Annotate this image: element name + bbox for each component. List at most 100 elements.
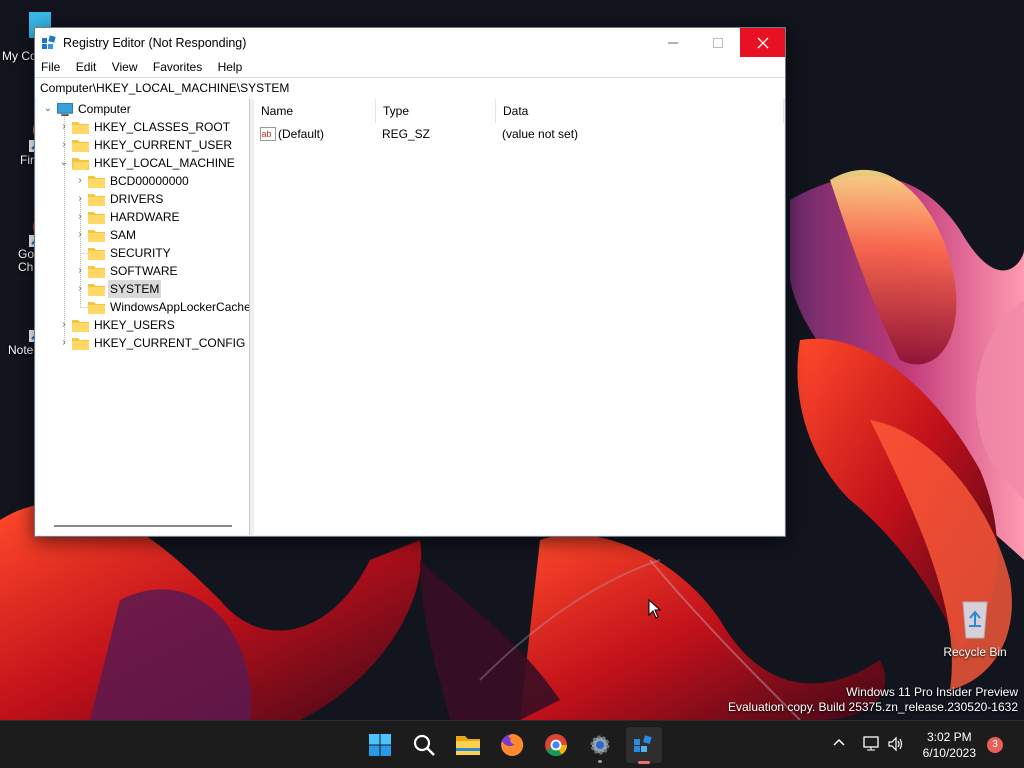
desktop-icon-label: Recycle Bin bbox=[943, 645, 1007, 659]
taskbar-file-explorer[interactable] bbox=[450, 727, 486, 763]
value-type: REG_SZ bbox=[382, 127, 431, 141]
expand-chevron-icon[interactable]: › bbox=[74, 262, 86, 280]
values-list-pane[interactable]: Name Type Data ab (Default) REG_SZ (valu… bbox=[254, 99, 784, 535]
search-button[interactable] bbox=[406, 727, 442, 763]
tree-label: SECURITY bbox=[110, 246, 171, 260]
tree-label: HKEY_LOCAL_MACHINE bbox=[94, 156, 235, 170]
address-bar[interactable]: Computer\HKEY_LOCAL_MACHINE\SYSTEM bbox=[35, 77, 785, 100]
maximize-icon bbox=[712, 37, 723, 48]
menu-bar: File Edit View Favorites Help bbox=[35, 57, 785, 77]
tree-label: Computer bbox=[78, 102, 131, 116]
watermark-line-1: Windows 11 Pro Insider Preview bbox=[846, 685, 1018, 699]
address-path[interactable]: Computer\HKEY_LOCAL_MACHINE\SYSTEM bbox=[40, 81, 289, 95]
show-hidden-icons-button[interactable] bbox=[832, 736, 846, 753]
expand-chevron-icon[interactable]: › bbox=[74, 172, 86, 190]
folder-icon bbox=[88, 194, 105, 206]
taskbar-chrome[interactable] bbox=[538, 727, 574, 763]
tree-label: BCD00000000 bbox=[110, 174, 189, 188]
network-status[interactable] bbox=[863, 736, 881, 755]
tree-label: DRIVERS bbox=[110, 192, 164, 206]
tree-label: SYSTEM bbox=[108, 280, 162, 298]
menu-edit[interactable]: Edit bbox=[70, 57, 103, 74]
expand-chevron-icon[interactable]: › bbox=[74, 190, 86, 208]
menu-favorites[interactable]: Favorites bbox=[147, 57, 208, 74]
svg-text:ab: ab bbox=[262, 129, 272, 139]
folder-icon bbox=[72, 140, 89, 152]
folder-icon bbox=[88, 302, 105, 314]
tree-label: SAM bbox=[110, 228, 137, 242]
chevron-up-icon bbox=[833, 738, 845, 746]
collapse-chevron-icon[interactable]: ⌄ bbox=[42, 100, 54, 118]
expand-chevron-icon[interactable]: › bbox=[58, 118, 70, 136]
taskbar-registry-editor[interactable] bbox=[626, 727, 662, 764]
column-header-name[interactable]: Name bbox=[254, 99, 376, 123]
maximize-button[interactable] bbox=[695, 28, 740, 57]
collapse-chevron-icon[interactable]: ⌄ bbox=[58, 154, 70, 172]
horizontal-scrollbar[interactable] bbox=[54, 525, 232, 527]
folder-icon bbox=[72, 338, 89, 350]
close-icon bbox=[757, 37, 768, 48]
title-bar[interactable]: Registry Editor (Not Responding) bbox=[35, 28, 785, 57]
string-value-icon: ab bbox=[260, 127, 276, 141]
mouse-cursor-icon bbox=[648, 599, 662, 619]
folder-icon bbox=[88, 284, 105, 296]
menu-help[interactable]: Help bbox=[212, 57, 249, 74]
folder-icon bbox=[88, 266, 105, 278]
folder-icon bbox=[88, 230, 105, 242]
menu-file[interactable]: File bbox=[35, 57, 66, 74]
tree-label: HARDWARE bbox=[110, 210, 180, 224]
file-explorer-icon bbox=[456, 736, 480, 755]
folder-icon bbox=[88, 248, 105, 260]
search-icon bbox=[413, 734, 435, 756]
expand-chevron-icon[interactable]: › bbox=[58, 316, 70, 334]
watermark-line-2: Evaluation copy. Build 25375.zn_release.… bbox=[728, 700, 1018, 714]
expand-chevron-icon[interactable]: › bbox=[74, 208, 86, 226]
menu-view[interactable]: View bbox=[106, 57, 144, 74]
volume-control[interactable] bbox=[887, 736, 905, 755]
start-icon bbox=[369, 734, 391, 756]
folder-open-icon bbox=[72, 158, 89, 170]
running-indicator bbox=[598, 760, 602, 763]
registry-editor-icon bbox=[42, 35, 56, 49]
tree-label: HKEY_CURRENT_CONFIG bbox=[94, 336, 246, 350]
evaluation-watermark: Windows 11 Pro Insider Preview Evaluatio… bbox=[728, 685, 1018, 715]
tree-label: HKEY_CURRENT_USER bbox=[94, 138, 233, 152]
folder-icon bbox=[72, 320, 89, 332]
firefox-icon bbox=[501, 733, 524, 756]
registry-editor-icon bbox=[634, 735, 652, 752]
key-tree-pane[interactable]: ⌄ Computer › HKEY_CLASSES_ROOT › HKEY_CU… bbox=[36, 99, 250, 535]
minimize-button[interactable] bbox=[650, 28, 695, 57]
start-button[interactable] bbox=[362, 727, 398, 763]
computer-icon bbox=[57, 103, 73, 116]
tree-label: WindowsAppLockerCache bbox=[110, 300, 250, 314]
notification-badge[interactable]: 3 bbox=[987, 737, 1003, 753]
value-data: (value not set) bbox=[502, 127, 579, 141]
window-title: Registry Editor (Not Responding) bbox=[63, 36, 247, 50]
tree-label: HKEY_CLASSES_ROOT bbox=[94, 120, 231, 134]
settings-icon bbox=[590, 735, 610, 755]
expand-chevron-icon[interactable]: › bbox=[58, 334, 70, 352]
minimize-icon bbox=[667, 42, 678, 43]
speaker-icon bbox=[888, 736, 903, 752]
expand-chevron-icon[interactable]: › bbox=[58, 136, 70, 154]
column-header-type[interactable]: Type bbox=[376, 99, 496, 123]
network-icon bbox=[863, 736, 879, 751]
taskbar: 3:02 PM 6/10/2023 3 bbox=[0, 720, 1024, 768]
tree-label: HKEY_USERS bbox=[94, 318, 175, 332]
taskbar-firefox[interactable] bbox=[494, 727, 530, 763]
expand-chevron-icon[interactable]: › bbox=[74, 226, 86, 244]
expand-chevron-icon[interactable]: › bbox=[74, 280, 86, 298]
clock-time: 3:02 PM bbox=[926, 730, 972, 744]
taskbar-settings[interactable] bbox=[582, 727, 618, 763]
value-name: (Default) bbox=[278, 127, 325, 141]
registry-editor-window[interactable]: Registry Editor (Not Responding) File Ed… bbox=[34, 27, 786, 537]
desktop-icon-recycle-bin[interactable]: Recycle Bin bbox=[940, 596, 1010, 659]
clock-date: 6/10/2023 bbox=[922, 746, 976, 760]
folder-icon bbox=[88, 212, 105, 224]
column-header-data[interactable]: Data bbox=[496, 99, 784, 123]
folder-icon bbox=[72, 122, 89, 134]
close-button[interactable] bbox=[740, 28, 785, 57]
tree-label: SOFTWARE bbox=[110, 264, 178, 278]
chrome-icon bbox=[545, 734, 567, 756]
system-clock[interactable]: 3:02 PM 6/10/2023 bbox=[923, 729, 976, 761]
